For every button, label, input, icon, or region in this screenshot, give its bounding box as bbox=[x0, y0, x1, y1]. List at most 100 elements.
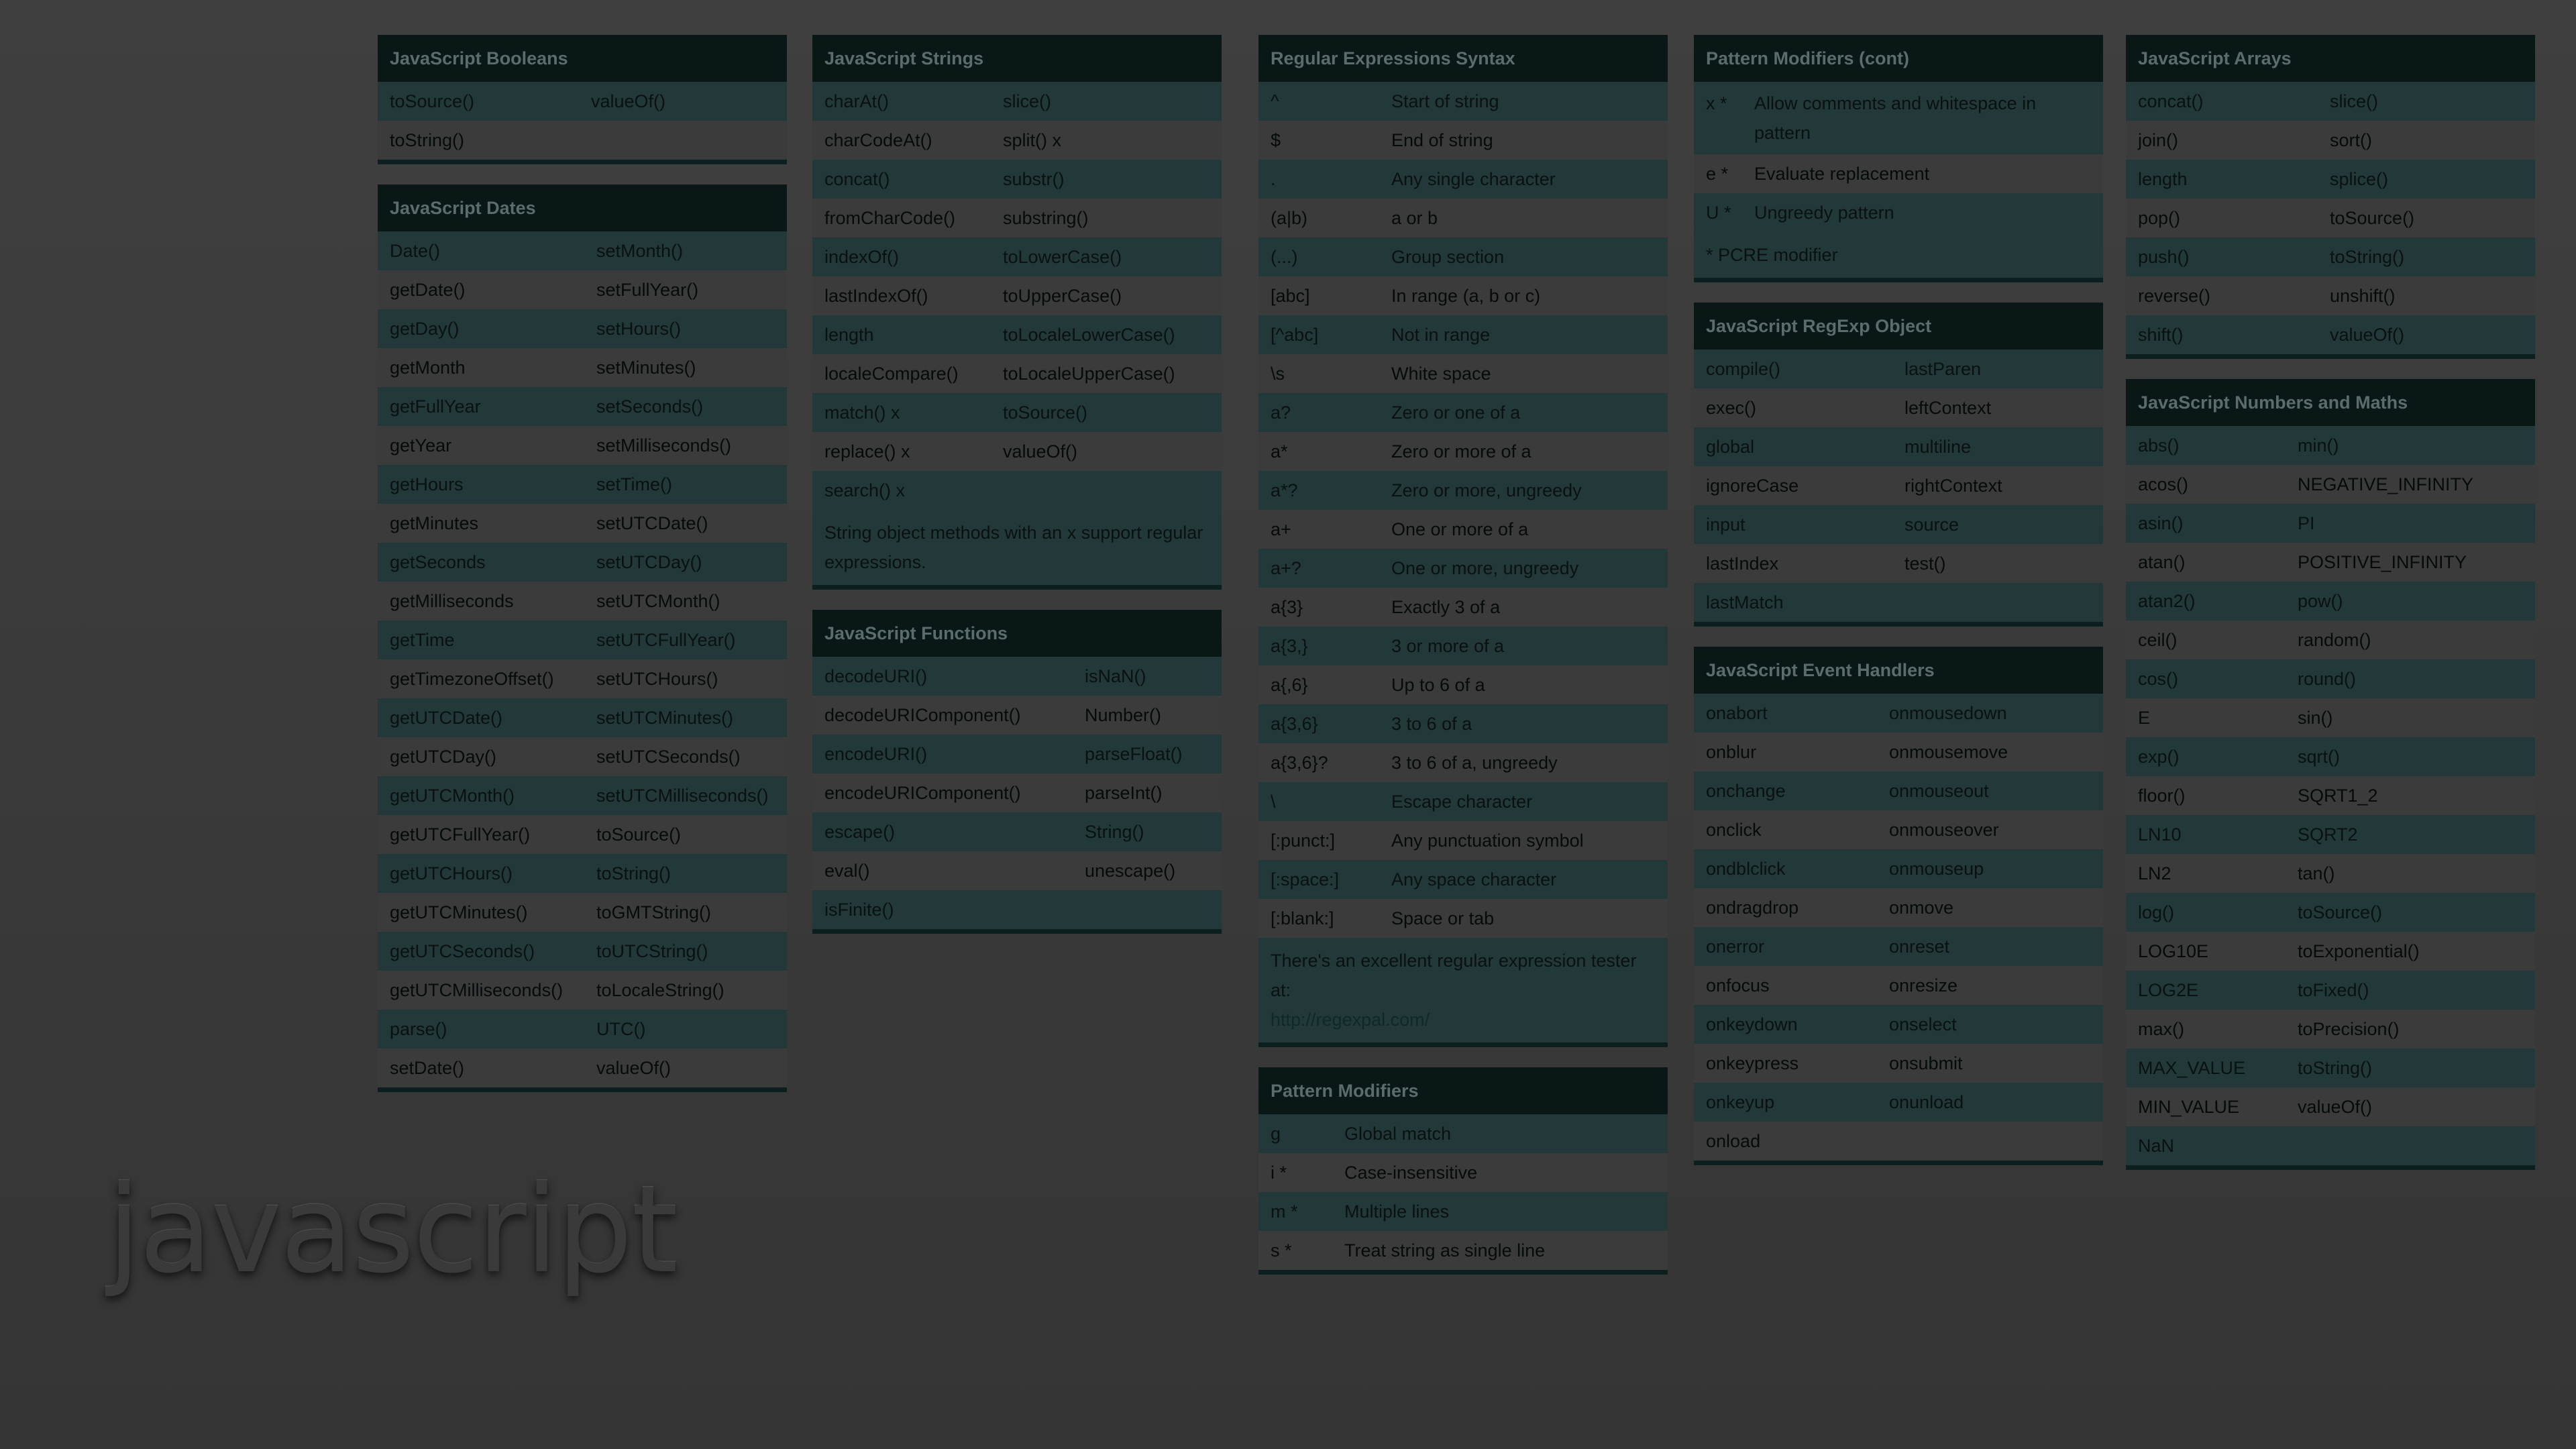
item-key: [:punct:] bbox=[1271, 830, 1336, 851]
item-value: toString() bbox=[2298, 1057, 2373, 1078]
item-key: concat() bbox=[2138, 91, 2204, 111]
item-value: Start of string bbox=[1391, 91, 1499, 111]
item-key: [:blank:] bbox=[1271, 908, 1334, 928]
list-item: onabort onmousedown bbox=[1694, 694, 2103, 733]
item-key: m * bbox=[1271, 1201, 1298, 1222]
list-item: U * Ungreedy pattern bbox=[1694, 193, 2103, 232]
item-key: U * bbox=[1706, 202, 1731, 223]
item-value: setTime() bbox=[596, 474, 672, 494]
item-value: toUTCString() bbox=[596, 941, 708, 961]
card-regex-syntax: Regular Expressions Syntax ^ Start of str… bbox=[1258, 35, 1668, 1047]
list-item: [:blank:] Space or tab bbox=[1258, 899, 1668, 938]
card-javascript-booleans: JavaScript Booleans toSource() valueOf() t… bbox=[378, 35, 787, 164]
list-item: onclick onmouseover bbox=[1694, 810, 2103, 849]
item-value: sin() bbox=[2298, 707, 2333, 728]
item-value: White space bbox=[1391, 363, 1491, 384]
item-value: Evaluate replacement bbox=[1754, 163, 1930, 184]
list-item: getDay() setHours() bbox=[378, 309, 787, 348]
item-value: valueOf() bbox=[1003, 441, 1078, 462]
card-title: Pattern Modifiers bbox=[1258, 1067, 1668, 1114]
item-key: toSource() bbox=[390, 91, 475, 111]
item-value: toGMTString() bbox=[596, 902, 712, 922]
list-item: a? Zero or one of a bbox=[1258, 393, 1668, 432]
list-item: getHours setTime() bbox=[378, 465, 787, 504]
list-item: lastIndex test() bbox=[1694, 544, 2103, 583]
item-value: valueOf() bbox=[2330, 324, 2405, 345]
item-key: getUTCMilliseconds() bbox=[390, 979, 564, 1000]
item-value: toExponential() bbox=[2298, 941, 2420, 961]
item-key: getUTCMinutes() bbox=[390, 902, 528, 922]
list-item: getUTCMilliseconds() toLocaleString() bbox=[378, 971, 787, 1010]
item-key: lastIndex bbox=[1706, 553, 1779, 574]
item-value: Number() bbox=[1085, 704, 1162, 725]
item-key: getDay() bbox=[390, 318, 460, 339]
item-key: getUTCSeconds() bbox=[390, 941, 535, 961]
card-javascript-arrays: JavaScript Arrays concat() slice() join() s… bbox=[2126, 35, 2535, 359]
item-key: [:space:] bbox=[1271, 869, 1340, 890]
item-key: onblur bbox=[1706, 741, 1757, 762]
list-item: getDate() setFullYear() bbox=[378, 270, 787, 309]
item-value: End of string bbox=[1391, 129, 1493, 150]
item-value: Zero or one of a bbox=[1391, 402, 1521, 423]
item-value: Not in range bbox=[1391, 324, 1491, 345]
item-value: sort() bbox=[2330, 129, 2372, 150]
item-key: E bbox=[2138, 707, 2151, 728]
list-item: LOG10E toExponential() bbox=[2126, 932, 2535, 971]
item-key: eval() bbox=[824, 860, 870, 881]
list-item: isFinite() bbox=[812, 890, 1222, 929]
card-javascript-dates: JavaScript Dates Date() setMonth() getDate… bbox=[378, 184, 787, 1092]
item-key: lastMatch bbox=[1706, 592, 1784, 612]
card-title: JavaScript Numbers and Maths bbox=[2126, 379, 2535, 426]
item-key: parse() bbox=[390, 1018, 447, 1039]
item-key: onabort bbox=[1706, 702, 1768, 723]
list-item: localeCompare() toLocaleUpperCase() bbox=[812, 354, 1222, 393]
list-item: s * Treat string as single line bbox=[1258, 1231, 1668, 1270]
item-value: onmouseover bbox=[1889, 819, 1999, 840]
card-title: JavaScript Event Handlers bbox=[1694, 647, 2103, 694]
item-value: Global match bbox=[1344, 1123, 1452, 1144]
list-item: (a|b) a or b bbox=[1258, 199, 1668, 237]
item-key: (a|b) bbox=[1271, 207, 1308, 228]
item-key: atan() bbox=[2138, 551, 2186, 572]
item-key: charCodeAt() bbox=[824, 129, 932, 150]
list-item: encodeURIComponent() parseInt() bbox=[812, 773, 1222, 812]
list-item: getUTCDate() setUTCMinutes() bbox=[378, 698, 787, 737]
item-key: getUTCDate() bbox=[390, 707, 503, 728]
list-item: ignoreCase rightContext bbox=[1694, 466, 2103, 505]
list-item: join() sort() bbox=[2126, 121, 2535, 160]
item-key: abs() bbox=[2138, 435, 2180, 455]
item-key: encodeURIComponent() bbox=[824, 782, 1021, 803]
item-value: Exactly 3 of a bbox=[1391, 596, 1501, 617]
item-value: Multiple lines bbox=[1344, 1201, 1450, 1222]
item-value: setUTCHours() bbox=[596, 668, 718, 689]
item-value: UTC() bbox=[596, 1018, 646, 1039]
list-item: compile() lastParen bbox=[1694, 350, 2103, 388]
list-item: a*? Zero or more, ungreedy bbox=[1258, 471, 1668, 510]
item-value: 3 or more of a bbox=[1391, 635, 1505, 656]
item-value: parseFloat() bbox=[1085, 743, 1183, 764]
item-key: a+ bbox=[1271, 519, 1291, 539]
list-item: $ End of string bbox=[1258, 121, 1668, 160]
item-value: random() bbox=[2298, 629, 2371, 650]
item-key: push() bbox=[2138, 246, 2190, 267]
item-value: valueOf() bbox=[596, 1057, 672, 1078]
item-key: fromCharCode() bbox=[824, 207, 956, 228]
item-value: Treat string as single line bbox=[1344, 1240, 1546, 1260]
list-item: getUTCFullYear() toSource() bbox=[378, 815, 787, 854]
item-key: replace() x bbox=[824, 441, 910, 462]
item-value: setHours() bbox=[596, 318, 682, 339]
item-key: onkeypress bbox=[1706, 1053, 1799, 1073]
list-item: onkeypress onsubmit bbox=[1694, 1044, 2103, 1083]
item-value: setSeconds() bbox=[596, 396, 704, 417]
regexpal-link[interactable]: http://regexpal.com/ bbox=[1271, 1010, 1430, 1030]
item-key: floor() bbox=[2138, 785, 2186, 806]
list-item: getUTCDay() setUTCSeconds() bbox=[378, 737, 787, 776]
column-2: JavaScript Strings charAt() slice() charCo… bbox=[812, 35, 1222, 954]
list-item: getUTCHours() toString() bbox=[378, 854, 787, 893]
list-item: abs() min() bbox=[2126, 426, 2535, 465]
item-key: LOG10E bbox=[2138, 941, 2209, 961]
list-item: g Global match bbox=[1258, 1114, 1668, 1153]
item-value: setUTCMilliseconds() bbox=[596, 785, 769, 806]
card-title: JavaScript Booleans bbox=[378, 35, 787, 82]
item-key: a*? bbox=[1271, 480, 1298, 500]
